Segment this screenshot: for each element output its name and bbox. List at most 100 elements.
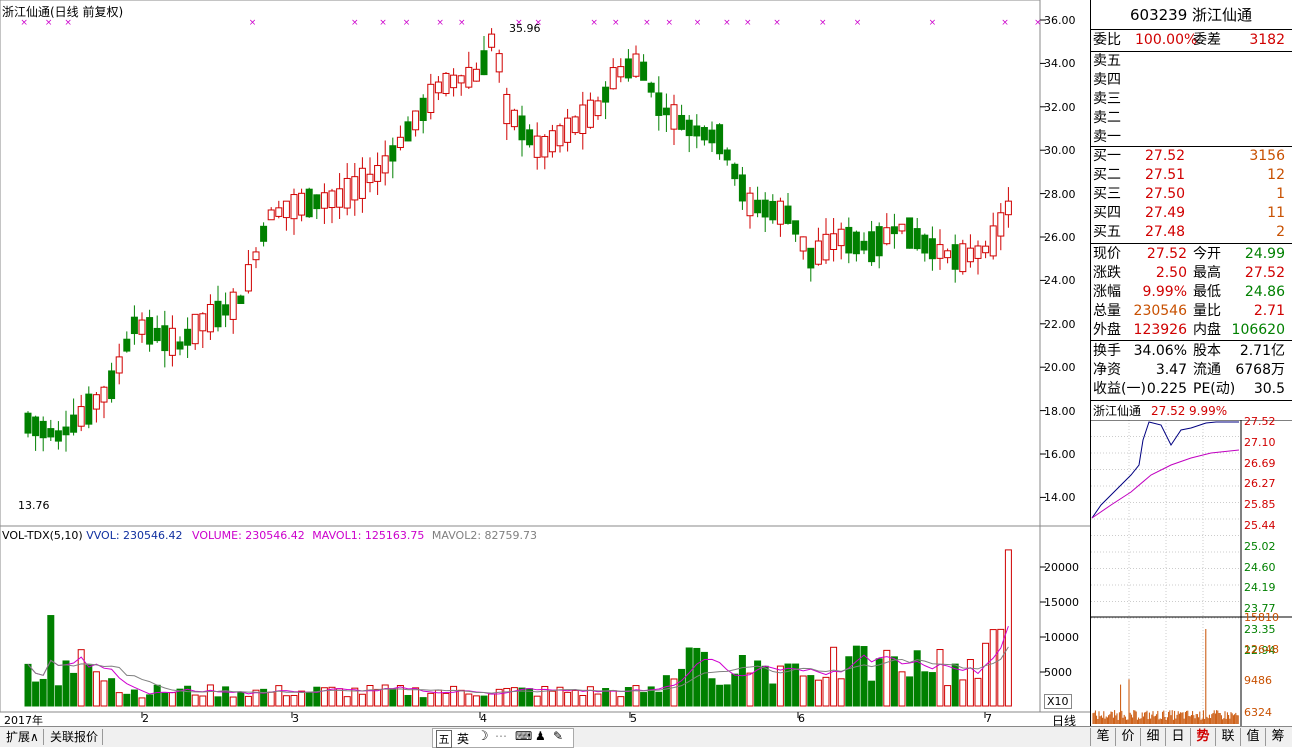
candle-body (807, 247, 815, 269)
candle-body (153, 327, 161, 342)
tab-related-quotes[interactable]: 关联报价 (46, 729, 104, 745)
candle-body (883, 227, 891, 245)
kline-chart[interactable]: × × × × × × × × × × × × × × × × × × × × × × × × 浙江仙通(日线 前复权) 35… (0, 0, 1090, 718)
chart-frame (0, 0, 1041, 713)
candle-body (632, 53, 640, 77)
candle-body (982, 245, 990, 254)
moon-icon[interactable]: ☽ (477, 729, 489, 744)
mini-price-tick: 26.27 (1244, 477, 1276, 491)
buy-vol: 12 (1267, 167, 1285, 183)
candle-body (594, 100, 602, 117)
vol-legend: VOL-TDX(5,10) VVOL: 230546.42 VOLUME: 23… (2, 529, 537, 542)
volume-bar (412, 687, 420, 707)
tab-1[interactable]: 价 (1115, 728, 1140, 746)
candle-body (70, 414, 78, 433)
volume-bar (754, 660, 762, 707)
candle-body (457, 75, 465, 84)
event-marker: × (1034, 18, 1042, 28)
buy-price: 27.48 (1145, 224, 1186, 240)
tab-expand[interactable]: 扩展∧ (2, 729, 44, 745)
english-icon[interactable]: 英 (457, 730, 469, 747)
sell-label: 卖五 (1093, 53, 1121, 69)
candle-body (480, 50, 488, 76)
candle-body (548, 130, 556, 153)
volume-bar (427, 692, 435, 707)
candle-body (989, 225, 997, 257)
volume-bar (594, 693, 602, 707)
tab-6[interactable]: 值 (1240, 728, 1265, 746)
mini-price-tick: 27.10 (1244, 435, 1276, 449)
candle-body (556, 125, 564, 147)
volume-bar (229, 696, 237, 707)
candle-body (533, 135, 541, 158)
candle-body (62, 426, 70, 436)
volume-bar (738, 655, 746, 707)
candle-body (320, 192, 328, 209)
buy-row: 买一 27.52 3156 (1093, 147, 1289, 166)
mini-price-tick: 26.69 (1244, 456, 1276, 470)
user-icon[interactable]: ♟ (535, 729, 546, 743)
month-tick: 7 (985, 712, 992, 725)
candle-body (609, 67, 617, 90)
tab-4[interactable]: 势 (1190, 728, 1215, 746)
buy-vol: 2 (1276, 224, 1285, 240)
volume-bar (959, 679, 967, 707)
stat-label: 涨幅 (1093, 284, 1121, 300)
volume-bar (54, 685, 62, 707)
stat-label: 现价 (1093, 246, 1121, 262)
buy-row: 买四 27.49 11 (1093, 204, 1289, 223)
stat-value-2: 27.52 (1244, 265, 1285, 281)
buy-label: 买三 (1093, 186, 1121, 202)
candle-body (54, 430, 62, 442)
buy-vol: 1 (1276, 186, 1285, 202)
candle-body (168, 327, 176, 356)
volume-bar (313, 686, 321, 707)
volume-bar (168, 692, 176, 707)
candle-body (495, 53, 503, 73)
volume-bar (161, 692, 169, 707)
volume-bar (685, 647, 693, 707)
bottom-toolbar: 扩展∧ 关联报价 五 英 ☽ ⋯ ⌨ ♟ ✎ 笔价细日势联值筹 (0, 726, 1292, 748)
candle-body (1004, 200, 1012, 216)
stat-label-2: 最高 (1193, 265, 1221, 281)
tab-5[interactable]: 联 (1215, 728, 1240, 746)
candle-body (799, 236, 807, 252)
volume-bar (830, 646, 838, 707)
price-tick: 14.00 (1044, 491, 1076, 505)
tab-3[interactable]: 日 (1165, 728, 1190, 746)
volume-bar (1004, 549, 1012, 707)
volume-bar (624, 687, 632, 707)
chart-canvas[interactable]: × × × × × × × × × × × × × × × × × × × × × × × × (0, 0, 1090, 726)
volume-bar (898, 671, 906, 707)
webi-value: 100.00% (1135, 32, 1198, 48)
keyboard-icon[interactable]: ⌨ (515, 729, 532, 743)
candle-body (776, 200, 784, 225)
tab-7[interactable]: 筹 (1265, 728, 1290, 746)
candle-body (222, 304, 230, 316)
stat-row: 外盘 123926 内盘 106620 (1093, 321, 1289, 340)
sell-row: 卖四 (1093, 71, 1289, 90)
volume-tick: 20000 (1044, 561, 1079, 574)
tab-2[interactable]: 细 (1140, 728, 1165, 746)
fund-label-2: 股本 (1193, 343, 1221, 359)
candle-body (442, 72, 450, 95)
fund-value-2: 6768万 (1235, 362, 1285, 378)
volume-bar (419, 697, 427, 707)
volume-bar (108, 678, 116, 707)
volume-bar (662, 675, 670, 707)
stat-value-2: 106620 (1231, 322, 1285, 338)
vol-legend-name: VOL-TDX(5,10) (2, 529, 83, 542)
five-icon[interactable]: 五 (436, 730, 452, 748)
tab-0[interactable]: 笔 (1090, 728, 1115, 746)
vol-legend-vvol: VVOL: 230546.42 (86, 529, 183, 542)
volume-bar (305, 691, 313, 707)
stock-code-name: 603239 浙江仙通 (1129, 6, 1253, 24)
candle-body (275, 207, 283, 217)
sell-label: 卖一 (1093, 129, 1121, 145)
candle-body (814, 240, 822, 265)
stat-label: 总量 (1093, 303, 1121, 319)
dots-icon[interactable]: ⋯ (495, 729, 507, 743)
wrench-icon[interactable]: ✎ (553, 729, 563, 743)
candle-body (214, 300, 222, 328)
volume-bar (358, 693, 366, 707)
